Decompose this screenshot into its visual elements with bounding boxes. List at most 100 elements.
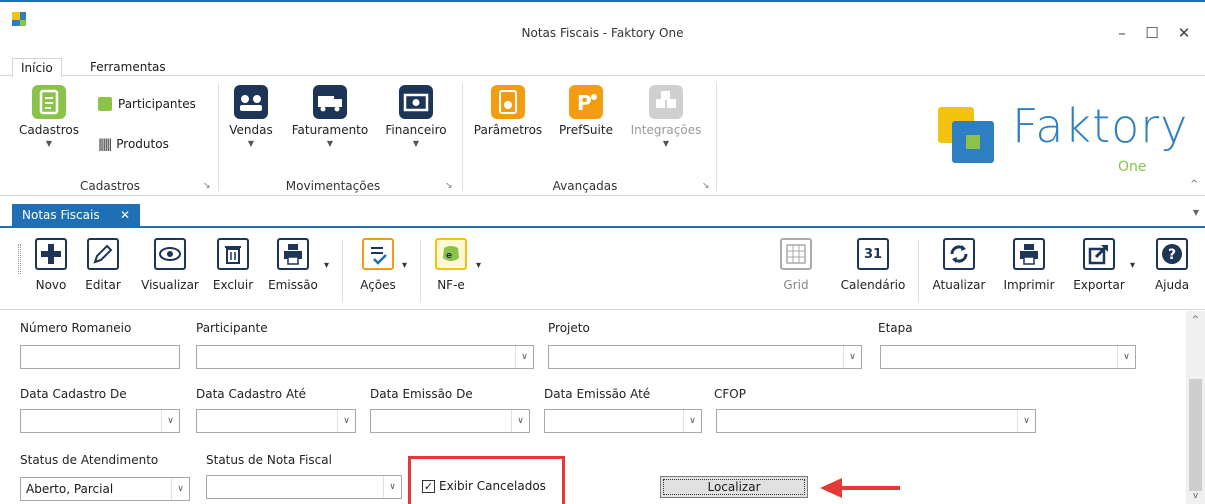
logo-text: Faktory <box>1012 99 1189 153</box>
close-button[interactable]: ✕ <box>1172 24 1196 42</box>
grid-label: Grid <box>783 278 809 292</box>
dialog-launcher-icon[interactable]: ↘ <box>445 181 453 191</box>
emissao-button[interactable]: Emissão <box>264 238 322 292</box>
logo-mark <box>938 107 994 163</box>
integracoes-button[interactable]: Integrações ▼ <box>624 85 708 148</box>
status-atendimento-select[interactable]: Aberto, Parcial ∨ <box>20 477 190 501</box>
acoes-label: Ações <box>360 278 396 292</box>
imprimir-label: Imprimir <box>1003 278 1055 292</box>
excluir-label: Excluir <box>212 278 254 292</box>
vendas-label: Vendas <box>229 123 273 137</box>
minimize-button[interactable]: – <box>1110 24 1134 42</box>
data-emissao-ate-picker[interactable]: ∨ <box>544 409 702 433</box>
excluir-button[interactable]: Excluir <box>208 238 258 292</box>
localizar-button[interactable]: Localizar <box>660 476 808 498</box>
status-atendimento-value: Aberto, Parcial <box>26 482 114 496</box>
dialog-launcher-icon[interactable]: ↘ <box>203 181 211 191</box>
parametros-button[interactable]: Parâmetros <box>470 85 546 137</box>
numero-romaneio-input[interactable] <box>20 345 180 369</box>
visualizar-button[interactable]: Visualizar <box>134 238 206 292</box>
chevron-down-icon[interactable]: ∨ <box>843 346 861 368</box>
participantes-button[interactable]: Participantes <box>98 97 196 111</box>
checkbox-checked-icon[interactable]: ✓ <box>422 479 435 493</box>
cadastros-button[interactable]: Cadastros ▼ <box>14 85 84 148</box>
chevron-down-icon[interactable]: ▼ <box>1193 208 1199 217</box>
cadastros-icon <box>32 85 66 119</box>
scroll-down-icon[interactable]: v <box>1186 491 1205 501</box>
settings-icon <box>491 85 525 119</box>
scroll-up-icon[interactable]: ^ <box>1186 315 1205 325</box>
printer-icon <box>277 238 309 270</box>
projeto-label: Projeto <box>548 321 590 335</box>
nfe-button[interactable]: e NF-e <box>430 238 472 292</box>
tab-ferramentas[interactable]: Ferramentas <box>82 58 174 76</box>
participante-label: Participante <box>196 321 268 335</box>
scroll-thumb[interactable] <box>1189 379 1202 491</box>
data-cadastro-ate-label: Data Cadastro Até <box>196 387 307 401</box>
maximize-button[interactable]: ☐ <box>1140 24 1164 42</box>
chevron-down-icon[interactable]: ∨ <box>337 410 355 432</box>
data-emissao-de-picker[interactable]: ∨ <box>370 409 530 433</box>
chevron-down-icon[interactable]: ∨ <box>515 346 533 368</box>
faturamento-label: Faturamento <box>291 123 369 137</box>
toolbar: Novo Editar Visualizar Excluir Emissão ▾… <box>0 230 1205 310</box>
svg-text:?: ? <box>1168 247 1176 263</box>
ajuda-button[interactable]: ? Ajuda <box>1148 238 1196 292</box>
group-separator <box>218 83 219 191</box>
status-nota-fiscal-select[interactable]: ∨ <box>206 475 402 499</box>
chevron-down-icon[interactable]: ∨ <box>683 410 701 432</box>
chevron-down-icon[interactable]: ∨ <box>171 478 189 500</box>
acoes-button[interactable]: Ações <box>352 238 404 292</box>
refresh-icon <box>943 238 975 270</box>
filter-form: Número Romaneio Participante ∨ Projeto ∨… <box>0 311 1186 504</box>
chevron-down-icon[interactable]: ▾ <box>476 260 481 271</box>
exportar-label: Exportar <box>1073 278 1125 292</box>
vertical-scrollbar[interactable]: ^ v <box>1186 311 1205 504</box>
tab-notas-fiscais[interactable]: Notas Fiscais ✕ <box>12 204 140 228</box>
data-cadastro-ate-picker[interactable]: ∨ <box>196 409 356 433</box>
financeiro-button[interactable]: Financeiro ▼ <box>382 85 450 148</box>
prefsuite-button[interactable]: P PrefSuite <box>556 85 616 137</box>
chevron-down-icon[interactable]: ∨ <box>1017 410 1035 432</box>
grid-icon <box>780 238 812 270</box>
etapa-select[interactable]: ∨ <box>880 345 1136 369</box>
chevron-down-icon[interactable]: ∨ <box>511 410 529 432</box>
projeto-select[interactable]: ∨ <box>548 345 862 369</box>
cfop-select[interactable]: ∨ <box>716 409 1036 433</box>
arrow-left-icon <box>820 478 900 498</box>
data-emissao-ate-label: Data Emissão Até <box>544 387 651 401</box>
chevron-down-icon[interactable]: ▾ <box>402 260 407 271</box>
exportar-button[interactable]: Exportar <box>1068 238 1130 292</box>
dialog-launcher-icon[interactable]: ↘ <box>702 181 710 191</box>
export-icon <box>1083 238 1115 270</box>
calendar-day: 31 <box>863 246 883 262</box>
status-nota-fiscal-label: Status de Nota Fiscal <box>206 453 332 467</box>
calendario-button[interactable]: 31 Calendário <box>836 238 910 292</box>
grid-button[interactable]: Grid <box>776 238 816 292</box>
toolbar-grip[interactable] <box>18 244 21 274</box>
imprimir-button[interactable]: Imprimir <box>996 238 1062 292</box>
integrations-icon <box>649 85 683 119</box>
chevron-down-icon[interactable]: ▾ <box>324 260 329 271</box>
chevron-down-icon[interactable]: ∨ <box>383 476 401 498</box>
nfe-label: NF-e <box>437 278 465 292</box>
produtos-button[interactable]: |||||| Produtos <box>98 137 169 151</box>
close-tab-icon[interactable]: ✕ <box>120 208 130 224</box>
data-cadastro-de-picker[interactable]: ∨ <box>20 409 180 433</box>
chevron-down-icon[interactable]: ▾ <box>1130 260 1135 271</box>
participante-select[interactable]: ∨ <box>196 345 534 369</box>
vendas-button[interactable]: Vendas ▼ <box>226 85 276 148</box>
chevron-down-icon[interactable]: ∨ <box>1117 346 1135 368</box>
editar-button[interactable]: Editar <box>80 238 126 292</box>
exibir-cancelados-label: Exibir Cancelados <box>439 479 546 493</box>
exibir-cancelados-checkbox[interactable]: ✓ Exibir Cancelados <box>422 479 546 493</box>
chevron-down-icon[interactable]: ∨ <box>161 410 179 432</box>
collapse-ribbon-icon[interactable]: ^ <box>1190 179 1198 190</box>
eye-icon <box>154 238 186 270</box>
title-bar: Notas Fiscais - Faktory One – ☐ ✕ <box>0 0 1205 54</box>
atualizar-button[interactable]: Atualizar <box>928 238 990 292</box>
tab-inicio[interactable]: Início <box>12 58 62 78</box>
faturamento-button[interactable]: Faturamento ▼ <box>288 85 372 148</box>
novo-button[interactable]: Novo <box>28 238 74 292</box>
calendario-label: Calendário <box>840 278 906 292</box>
